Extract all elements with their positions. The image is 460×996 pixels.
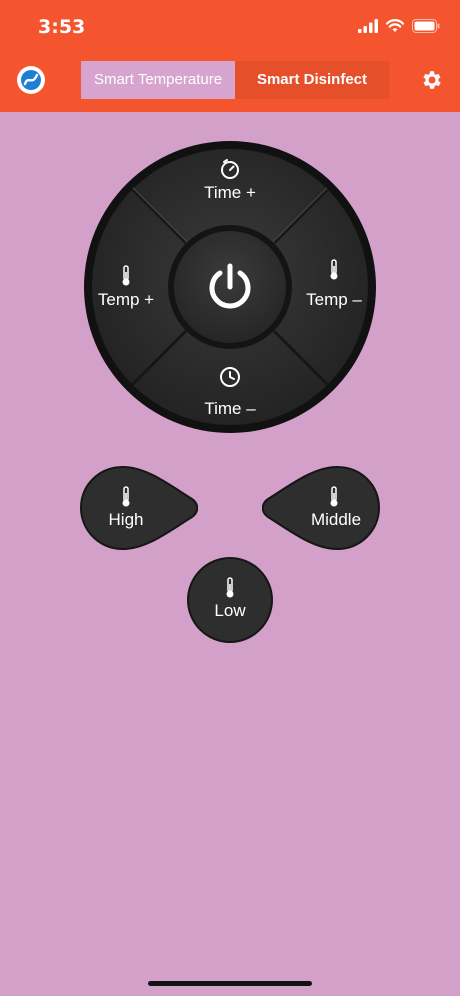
low-label: Low (214, 601, 246, 620)
tab-smart-disinfect[interactable]: Smart Disinfect (235, 61, 389, 99)
status-icons (358, 19, 440, 33)
wifi-icon (386, 19, 404, 32)
power-icon (209, 263, 251, 309)
thermometer-icon (330, 486, 338, 507)
middle-button-shape (262, 466, 380, 550)
time-minus-label: Time – (204, 399, 256, 418)
home-indicator[interactable] (148, 981, 312, 986)
thermometer-icon (122, 265, 130, 286)
battery-icon (412, 19, 440, 33)
signal-icon (358, 19, 378, 33)
tab-smart-temperature[interactable]: Smart Temperature (81, 61, 235, 99)
middle-label: Middle (310, 510, 362, 529)
clock-icon (220, 367, 240, 387)
high-button[interactable]: High (80, 466, 198, 550)
power-button[interactable] (174, 231, 286, 343)
control-dial: Time + Temp + Temp – Time – (83, 140, 377, 434)
time-minus-button[interactable]: Time – (160, 356, 300, 426)
temp-plus-label: Temp + (97, 290, 155, 309)
time-plus-button[interactable]: Time + (160, 148, 300, 218)
low-button-shape (187, 557, 273, 643)
app-logo[interactable] (17, 66, 45, 94)
gear-icon (423, 71, 441, 89)
settings-button[interactable] (420, 68, 444, 97)
time-plus-label: Time + (204, 183, 256, 202)
thermometer-icon (122, 486, 130, 507)
logo-icon (21, 70, 41, 90)
temp-plus-button[interactable]: Temp + (88, 250, 164, 330)
thermometer-icon (226, 577, 234, 598)
timer-icon (221, 159, 239, 179)
temp-minus-button[interactable]: Temp – (296, 250, 372, 330)
thermometer-icon (330, 259, 338, 280)
low-button[interactable]: Low (187, 557, 273, 643)
status-time: 3:53 (38, 16, 86, 38)
app-header: 3:53 Smart Temperature Smart Disinfect (0, 0, 460, 112)
temp-minus-label: Temp – (306, 290, 362, 309)
middle-button[interactable]: Middle (262, 466, 380, 550)
high-button-shape (80, 466, 198, 550)
high-label: High (108, 510, 144, 529)
